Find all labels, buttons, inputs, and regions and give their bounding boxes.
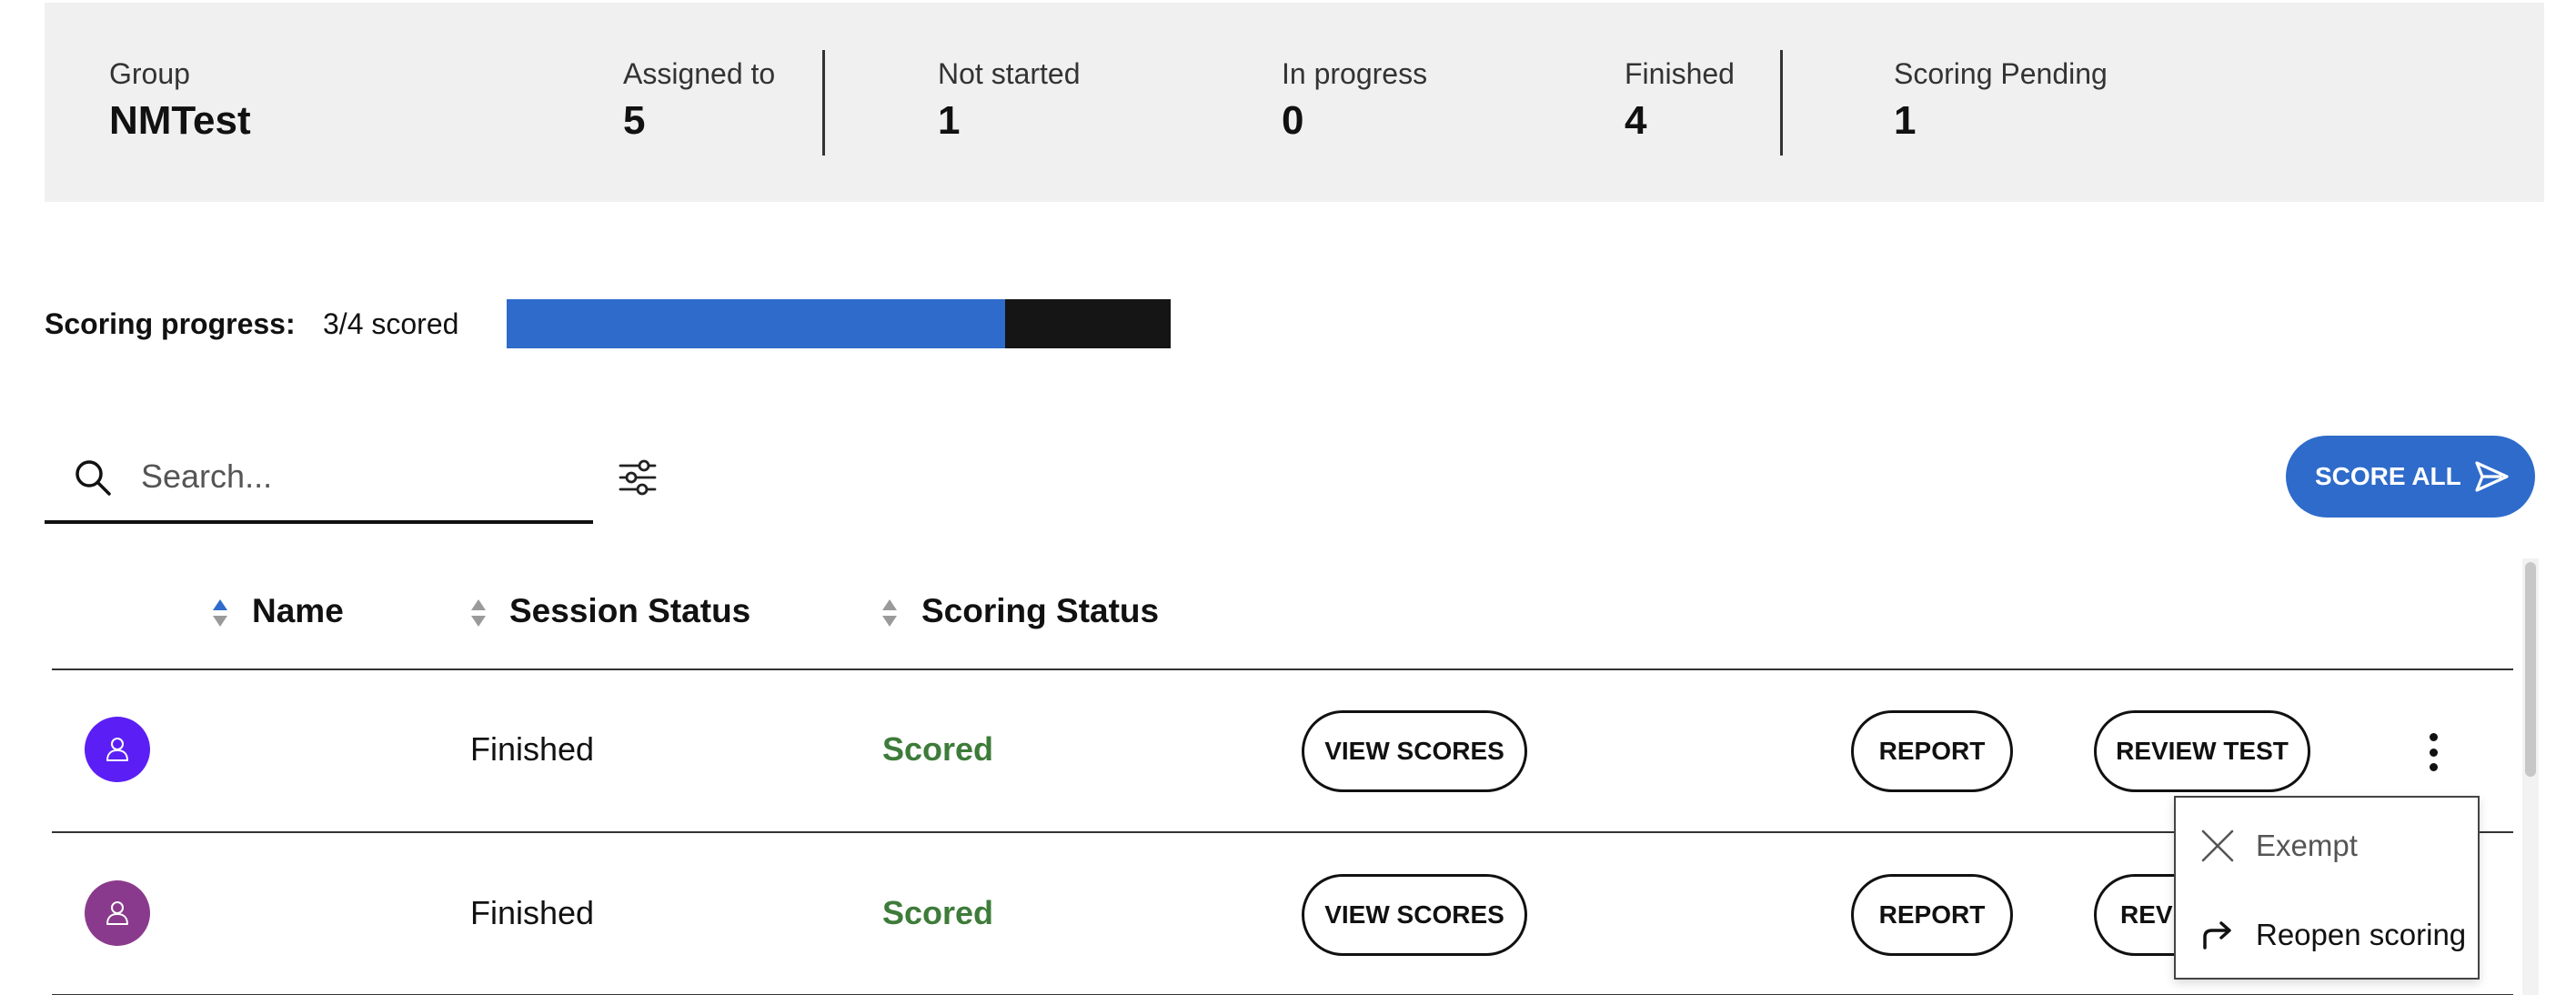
stat-in-progress: In progress 0 <box>1282 55 1427 146</box>
user-icon <box>106 738 128 761</box>
report-button[interactable]: REPORT <box>1851 710 2013 792</box>
scoring-status-cell: Scored <box>882 730 994 768</box>
menu-item-reopen-scoring-label: Reopen scoring <box>2256 918 2467 951</box>
column-header-scoring-status[interactable]: Scoring Status <box>921 589 1159 633</box>
menu-item-exempt-label: Exempt <box>2256 829 2358 862</box>
menu-item-reopen-scoring[interactable]: Reopen scoring <box>2176 894 2478 976</box>
session-status-cell: Finished <box>470 894 595 931</box>
view-scores-button[interactable]: VIEW SCORES <box>1302 874 1527 956</box>
stat-finished-label: Finished <box>1625 57 1735 90</box>
stat-not-started-label: Not started <box>938 57 1081 90</box>
sort-ascending-icon[interactable] <box>211 597 229 629</box>
sort-icon[interactable] <box>880 597 899 629</box>
review-test-button[interactable]: REVIEW TEST <box>2094 710 2310 792</box>
scoring-progress-label: Scoring progress: <box>45 307 296 340</box>
stat-not-started: Not started 1 <box>938 55 1081 146</box>
stat-finished-value: 4 <box>1625 98 1647 143</box>
score-all-button[interactable]: SCORE ALL <box>2286 436 2535 518</box>
stat-group-label: Group <box>109 57 190 90</box>
stat-in-progress-label: In progress <box>1282 57 1428 90</box>
avatar <box>85 717 150 782</box>
scoring-progress-bar <box>507 299 1171 348</box>
filter-sliders-icon[interactable] <box>615 455 660 500</box>
reopen-arrow-icon <box>2203 921 2231 950</box>
stat-group-value: NMTest <box>109 98 251 143</box>
stat-assigned-to-label: Assigned to <box>623 57 776 90</box>
table-scrollbar[interactable] <box>2522 558 2539 995</box>
menu-item-exempt[interactable]: Exempt <box>2176 805 2478 887</box>
table-divider <box>52 831 2513 833</box>
scoring-progress-fill <box>507 299 1005 348</box>
table-divider <box>52 668 2513 670</box>
scoring-status-cell: Scored <box>882 894 994 931</box>
send-icon <box>2475 461 2509 492</box>
stat-assigned-to: Assigned to 5 <box>623 55 775 146</box>
stat-finished: Finished 4 <box>1625 55 1735 146</box>
summary-divider <box>822 50 825 156</box>
sort-icon[interactable] <box>469 597 488 629</box>
stat-assigned-to-value: 5 <box>623 98 646 143</box>
session-status-cell: Finished <box>470 730 595 768</box>
stat-scoring-pending-value: 1 <box>1894 98 1917 143</box>
user-icon <box>106 901 128 925</box>
score-all-label: SCORE ALL <box>2315 462 2461 490</box>
scrollbar-thumb[interactable] <box>2525 562 2536 777</box>
search-input[interactable] <box>141 449 578 504</box>
column-header-session-status[interactable]: Session Status <box>509 589 750 633</box>
close-icon <box>2201 829 2234 862</box>
search-icon <box>75 460 111 496</box>
more-options-icon[interactable] <box>2420 728 2447 777</box>
summary-divider <box>1780 50 1783 156</box>
stat-scoring-pending: Scoring Pending 1 <box>1894 55 2108 146</box>
stat-group: Group NMTest <box>109 55 251 146</box>
column-header-name[interactable]: Name <box>252 589 344 633</box>
summary-bar: Group NMTest Assigned to 5 Not started 1… <box>45 3 2544 202</box>
stat-in-progress-value: 0 <box>1282 98 1304 143</box>
report-button[interactable]: REPORT <box>1851 874 2013 956</box>
view-scores-button[interactable]: VIEW SCORES <box>1302 710 1527 792</box>
avatar <box>85 880 150 946</box>
row-options-menu: Exempt Reopen scoring <box>2174 796 2480 980</box>
scoring-progress-text: 3/4 scored <box>323 307 459 340</box>
stat-not-started-value: 1 <box>938 98 961 143</box>
search-box[interactable] <box>45 435 593 524</box>
stat-scoring-pending-label: Scoring Pending <box>1894 57 2108 90</box>
